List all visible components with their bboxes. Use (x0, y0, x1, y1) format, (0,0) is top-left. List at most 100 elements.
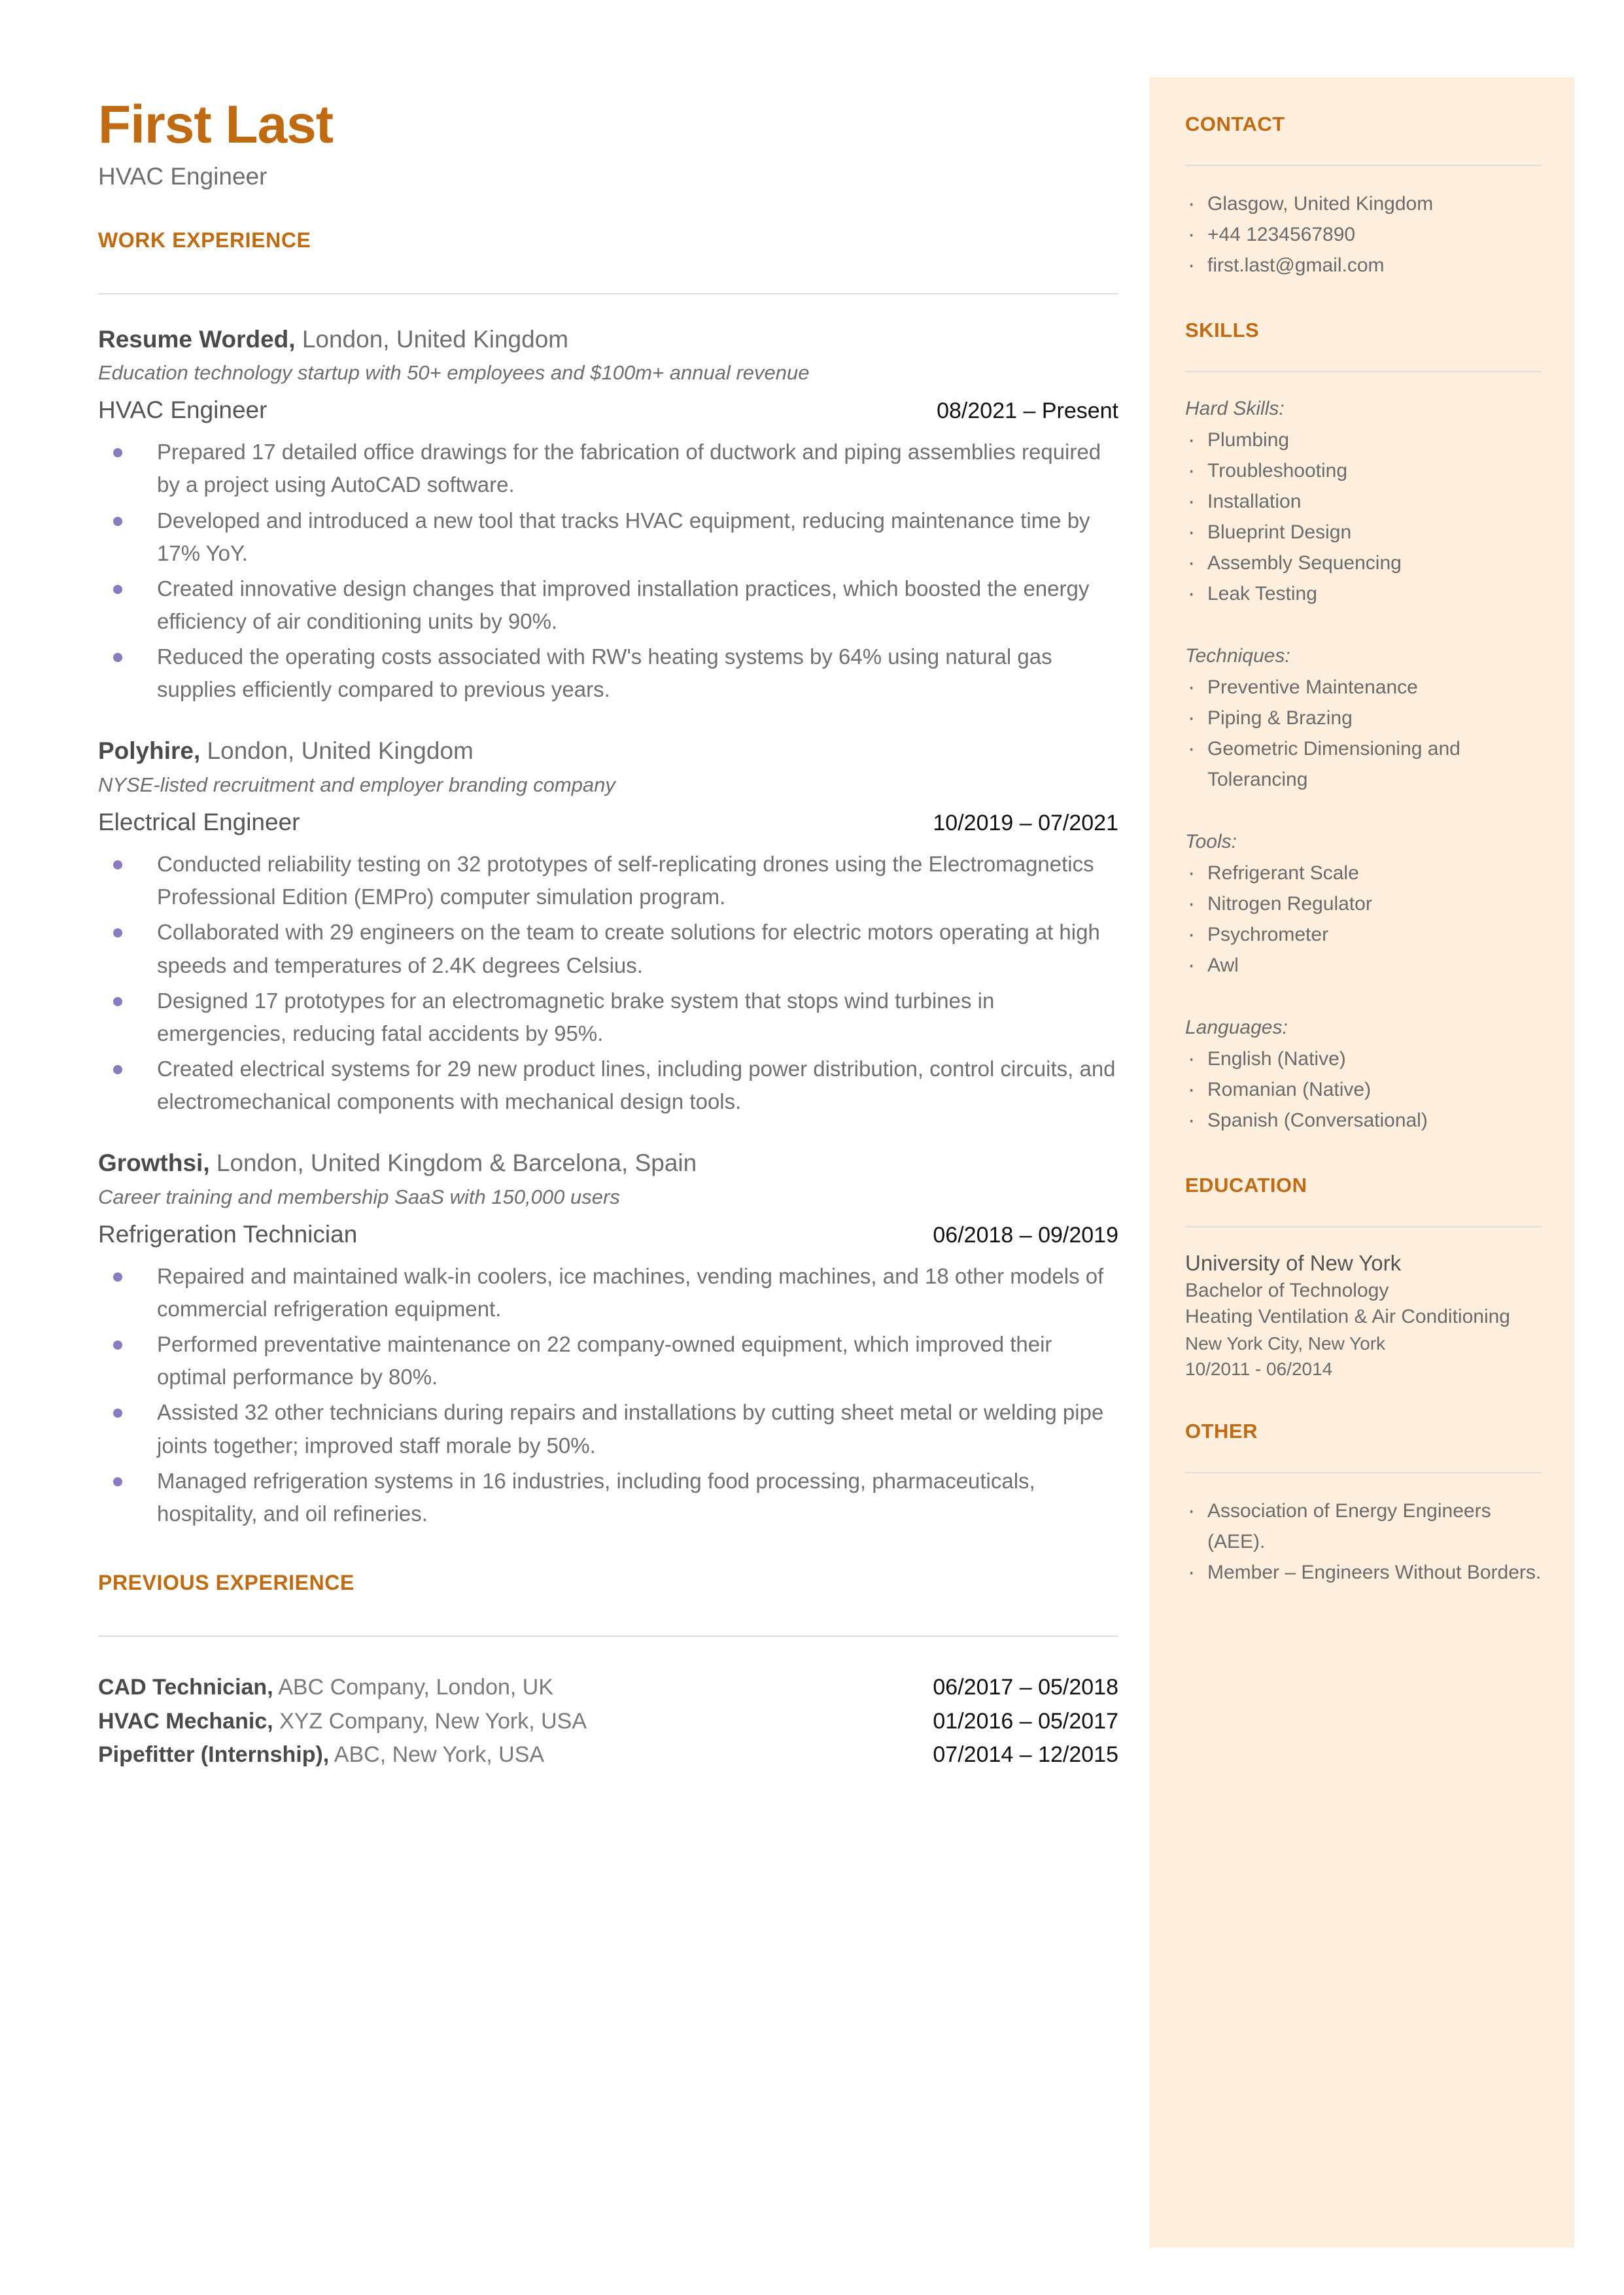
job-dates: 08/2021 – Present (937, 398, 1118, 424)
job-title: Refrigeration Technician (98, 1220, 358, 1248)
previous-experience-role: CAD Technician, (98, 1675, 273, 1700)
job-dates: 10/2019 – 07/2021 (933, 811, 1118, 836)
header-role: HVAC Engineer (98, 163, 268, 190)
previous-experience-detail: ABC Company, London, UK (273, 1675, 554, 1700)
job-company: Polyhire, London, United Kingdom (98, 736, 1118, 766)
previous-experience-title: CAD Technician, ABC Company, London, UK (98, 1671, 553, 1705)
job-title-row: HVAC Engineer 08/2021 – Present (98, 396, 1118, 424)
skill-item: Troubleshooting (1185, 453, 1542, 488)
contact-list: Glasgow, United Kingdom+44 1234567890fir… (1185, 186, 1542, 283)
previous-experience-detail: ABC, New York, USA (329, 1742, 545, 1768)
previous-experience-title: Pipefitter (Internship), ABC, New York, … (98, 1738, 544, 1772)
skills-groups: Hard Skills: PlumbingTroubleshootingInsta… (1185, 394, 1542, 1138)
work-experience-entry: Resume Worded, London, United Kingdom Edu… (98, 324, 1118, 707)
job-bullet: Reduced the operating costs associated w… (98, 640, 1118, 706)
skills-group-label: Hard Skills: (1185, 398, 1285, 420)
skills-group-label: Languages: (1185, 1017, 1288, 1039)
job-company: Growthsi, London, United Kingdom & Barce… (98, 1148, 1118, 1178)
job-company-description: NYSE-listed recruitment and employer bra… (98, 773, 615, 796)
education-school: University of New York (1185, 1250, 1402, 1275)
skills-list: PlumbingTroubleshootingInstallationBluep… (1185, 423, 1542, 612)
previous-experience-row: Pipefitter (Internship), ABC, New York, … (98, 1738, 1118, 1772)
skills-group-label: Tools: (1185, 831, 1237, 853)
contact-item[interactable]: +44 1234567890 (1185, 217, 1542, 252)
job-company-description: Career training and membership SaaS with… (98, 1185, 620, 1208)
section-heading-previous-experience: PREVIOUS EXPERIENCE (98, 1571, 354, 1595)
job-bullet-list: Repaired and maintained walk-in coolers,… (98, 1260, 1118, 1530)
previous-experience-role: Pipefitter (Internship), (98, 1742, 330, 1768)
section-heading-work-experience: WORK EXPERIENCE (98, 228, 311, 252)
section-heading-education: EDUCATION (1185, 1173, 1307, 1197)
skills-list: Preventive MaintenancePiping & BrazingGe… (1185, 670, 1542, 795)
skill-item: Psychrometer (1185, 917, 1542, 952)
job-title: HVAC Engineer (98, 396, 268, 424)
skills-list: English (Native)Romanian (Native)Spanish… (1185, 1042, 1542, 1138)
skill-item: Installation (1185, 484, 1542, 519)
skill-item: Assembly Sequencing (1185, 546, 1542, 580)
skill-item: Leak Testing (1185, 576, 1542, 611)
contact-item[interactable]: first.last@gmail.com (1185, 248, 1542, 283)
job-title-row: Electrical Engineer 10/2019 – 07/2021 (98, 809, 1118, 836)
skill-item: Preventive Maintenance (1185, 670, 1542, 705)
job-bullet: Collaborated with 29 engineers on the te… (98, 916, 1118, 981)
skill-item: Piping & Brazing (1185, 701, 1542, 735)
previous-experience-dates: 07/2014 – 12/2015 (933, 1742, 1118, 1768)
section-heading-skills: SKILLS (1185, 319, 1260, 342)
job-dates: 06/2018 – 09/2019 (933, 1222, 1118, 1248)
skill-item: Awl (1185, 948, 1542, 983)
job-bullet: Repaired and maintained walk-in coolers,… (98, 1260, 1118, 1325)
other-item: Member – Engineers Without Borders. (1185, 1555, 1542, 1590)
section-heading-other: OTHER (1185, 1420, 1258, 1443)
job-bullet: Developed and introduced a new tool that… (98, 504, 1118, 570)
job-bullet: Prepared 17 detailed office drawings for… (98, 436, 1118, 501)
divider (98, 1636, 1118, 1638)
skill-item: Geometric Dimensioning and Tolerancing (1185, 731, 1542, 795)
skill-item: Blueprint Design (1185, 515, 1542, 550)
work-experience-entry: Polyhire, London, United Kingdom NYSE-lis… (98, 736, 1118, 1118)
job-bullet-list: Conducted reliability testing on 32 prot… (98, 848, 1118, 1118)
previous-experience-row: CAD Technician, ABC Company, London, UK 0… (98, 1671, 1118, 1705)
other-list: Association of Energy Engineers (AEE).Me… (1185, 1494, 1542, 1590)
job-location: London, United Kingdom (295, 325, 569, 353)
previous-experience-detail: XYZ Company, New York, USA (273, 1708, 587, 1734)
other-item: Association of Energy Engineers (AEE). (1185, 1494, 1542, 1557)
education-entry: University of New York Bachelor of Techn… (1185, 1250, 1542, 1382)
job-company-name: Resume Worded, (98, 325, 296, 353)
work-experience-list: Resume Worded, London, United Kingdom Edu… (98, 324, 1118, 1530)
sidebar-column: CONTACT Glasgow, United Kingdom+44 12345… (1185, 113, 1542, 1590)
divider (1185, 165, 1542, 166)
resume-page: First Last HVAC Engineer WORK EXPERIENCE… (0, 0, 1624, 2295)
divider (1185, 1225, 1542, 1227)
skill-item: English (Native) (1185, 1042, 1542, 1076)
job-company-name: Polyhire, (98, 737, 201, 765)
job-bullet: Managed refrigeration systems in 16 indu… (98, 1465, 1118, 1530)
skill-item: Plumbing (1185, 423, 1542, 457)
divider (98, 292, 1118, 294)
skills-group: Techniques: Preventive MaintenancePiping … (1185, 642, 1542, 795)
education-location: New York City, New York (1185, 1333, 1386, 1354)
previous-experience-list: CAD Technician, ABC Company, London, UK 0… (98, 1671, 1118, 1772)
work-experience-entry: Growthsi, London, United Kingdom & Barce… (98, 1148, 1118, 1530)
job-title-row: Refrigeration Technician 06/2018 – 09/201… (98, 1221, 1118, 1248)
job-bullet: Conducted reliability testing on 32 prot… (98, 848, 1118, 913)
previous-experience-dates: 06/2017 – 05/2018 (933, 1675, 1118, 1700)
skills-list: Refrigerant ScaleNitrogen RegulatorPsych… (1185, 856, 1542, 983)
skills-group: Hard Skills: PlumbingTroubleshootingInsta… (1185, 394, 1542, 612)
contact-item[interactable]: Glasgow, United Kingdom (1185, 186, 1542, 221)
job-company-name: Growthsi, (98, 1149, 210, 1177)
skill-item: Nitrogen Regulator (1185, 886, 1542, 921)
skills-group: Languages: English (Native)Romanian (Nati… (1185, 1013, 1542, 1138)
previous-experience-title: HVAC Mechanic, XYZ Company, New York, US… (98, 1705, 587, 1739)
skill-item: Spanish (Conversational) (1185, 1103, 1542, 1138)
page-title: First Last (98, 95, 334, 154)
job-title: Electrical Engineer (98, 809, 300, 836)
divider (1185, 371, 1542, 373)
skill-item: Refrigerant Scale (1185, 856, 1542, 890)
job-bullet-list: Prepared 17 detailed office drawings for… (98, 436, 1118, 706)
job-location: London, United Kingdom & Barcelona, Spai… (209, 1149, 697, 1177)
job-bullet: Designed 17 prototypes for an electromag… (98, 985, 1118, 1050)
job-bullet: Created innovative design changes that i… (98, 572, 1118, 638)
divider (1185, 1472, 1542, 1474)
section-heading-contact: CONTACT (1185, 113, 1285, 135)
education-degree: Bachelor of Technology (1185, 1279, 1389, 1301)
